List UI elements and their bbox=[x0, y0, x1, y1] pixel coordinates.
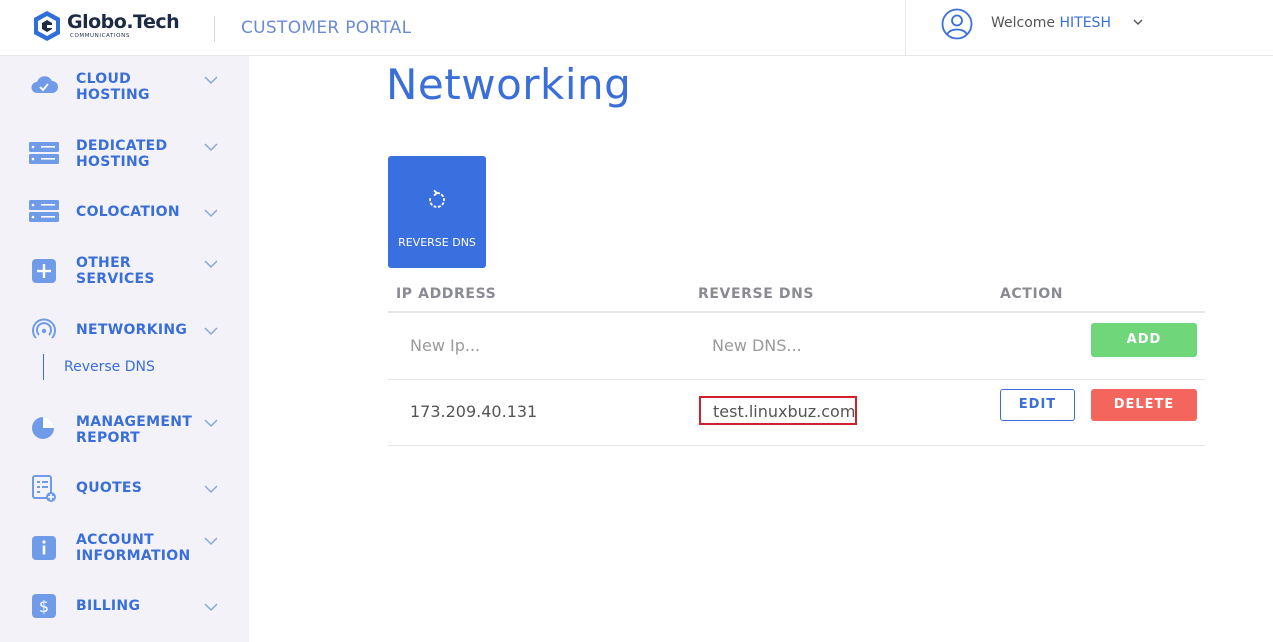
tile-label: REVERSE DNS bbox=[398, 236, 476, 249]
label-line2: SERVICES bbox=[76, 271, 155, 287]
sidebar-item-management-report[interactable]: MANAGEMENT REPORT bbox=[0, 406, 249, 456]
label-line1: DEDICATED bbox=[76, 138, 168, 154]
sidebar-item-label: OTHER SERVICES bbox=[76, 255, 206, 287]
chevron-down-icon[interactable] bbox=[203, 415, 219, 431]
edit-button[interactable]: EDIT bbox=[1000, 389, 1075, 421]
chevron-down-icon[interactable] bbox=[203, 205, 219, 221]
label-line1: ACCOUNT bbox=[76, 532, 155, 548]
chevron-down-icon[interactable] bbox=[203, 599, 219, 615]
chevron-down-icon[interactable] bbox=[203, 481, 219, 497]
label-line2: HOSTING bbox=[76, 154, 150, 170]
column-header-dns: REVERSE DNS bbox=[698, 286, 815, 302]
sidebar-item-label: MANAGEMENT REPORT bbox=[76, 414, 206, 446]
sidebar-item-colocation[interactable]: COLOCATION bbox=[0, 188, 249, 238]
new-ip-input[interactable] bbox=[410, 336, 670, 355]
cloud-check-icon bbox=[31, 76, 58, 93]
wifi-icon bbox=[32, 318, 56, 339]
ip-address-cell: 173.209.40.131 bbox=[410, 402, 538, 421]
new-entry-row: ADD bbox=[388, 314, 1205, 380]
server-icon bbox=[29, 142, 59, 164]
sidebar-item-account-information[interactable]: ACCOUNT INFORMATION bbox=[0, 524, 249, 574]
sidebar-subitem-reverse-dns[interactable]: Reverse DNS bbox=[43, 354, 155, 380]
chevron-down-icon[interactable] bbox=[203, 72, 219, 88]
new-dns-input[interactable] bbox=[712, 336, 972, 355]
label-line1: COLOCATION bbox=[76, 204, 180, 220]
label-line1: QUOTES bbox=[76, 480, 143, 496]
reverse-dns-cell: test.linuxbuz.com bbox=[713, 402, 856, 421]
header-divider bbox=[214, 16, 215, 42]
chevron-down-icon[interactable] bbox=[203, 323, 219, 339]
label-line1: MANAGEMENT bbox=[76, 414, 193, 430]
refresh-icon bbox=[429, 189, 445, 208]
sidebar-item-label: DEDICATED HOSTING bbox=[76, 138, 206, 170]
label-line2: INFORMATION bbox=[76, 548, 191, 564]
portal-title: CUSTOMER PORTAL bbox=[241, 18, 412, 38]
add-button[interactable]: ADD bbox=[1091, 323, 1197, 357]
welcome-label: Welcome bbox=[991, 15, 1056, 31]
page-title: Networking bbox=[386, 60, 632, 109]
sidebar-item-label: ACCOUNT INFORMATION bbox=[76, 532, 206, 564]
user-name: HITESH bbox=[1059, 15, 1111, 31]
logo-mark-icon bbox=[34, 11, 60, 41]
label-line1: CLOUD bbox=[76, 71, 132, 87]
label-line1: NETWORKING bbox=[76, 322, 188, 338]
svg-text:$: $ bbox=[39, 597, 49, 616]
sidebar-item-label: CLOUD HOSTING bbox=[76, 71, 206, 103]
label-line2: REPORT bbox=[76, 430, 141, 446]
brand-name: Globo.Tech bbox=[67, 11, 180, 33]
sidebar-item-label: BILLING bbox=[76, 598, 206, 614]
sidebar: CLOUD HOSTING DEDICATED HOSTING COLOCATI… bbox=[0, 56, 249, 642]
user-menu[interactable]: Welcome HITESH bbox=[905, 0, 1273, 56]
server-icon bbox=[29, 200, 59, 222]
table-row: 173.209.40.131 test.linuxbuz.com EDIT DE… bbox=[388, 380, 1205, 446]
sidebar-item-label: QUOTES bbox=[76, 480, 206, 496]
table-header: IP ADDRESS REVERSE DNS ACTION bbox=[388, 280, 1205, 313]
user-avatar-icon[interactable] bbox=[941, 8, 973, 40]
column-header-action: ACTION bbox=[1000, 286, 1064, 302]
chevron-down-icon[interactable] bbox=[1131, 15, 1145, 29]
sidebar-item-label: NETWORKING bbox=[76, 322, 206, 338]
chevron-down-icon[interactable] bbox=[203, 533, 219, 549]
chevron-down-icon[interactable] bbox=[203, 139, 219, 155]
quote-document-icon bbox=[32, 475, 56, 502]
pie-chart-icon bbox=[32, 417, 54, 439]
label-line1: BILLING bbox=[76, 598, 141, 614]
sidebar-item-other-services[interactable]: OTHER SERVICES bbox=[0, 247, 249, 297]
chevron-down-icon[interactable] bbox=[203, 256, 219, 272]
globotech-logo[interactable]: Globo.Tech COMMUNICATIONS bbox=[32, 10, 192, 44]
sidebar-item-quotes[interactable]: QUOTES bbox=[0, 464, 249, 514]
sidebar-item-label: COLOCATION bbox=[76, 204, 206, 220]
label-line2: HOSTING bbox=[76, 87, 150, 103]
delete-button[interactable]: DELETE bbox=[1091, 389, 1197, 421]
welcome-text[interactable]: Welcome HITESH bbox=[991, 15, 1111, 31]
column-header-ip: IP ADDRESS bbox=[396, 286, 497, 302]
sidebar-item-networking[interactable]: NETWORKING bbox=[0, 306, 249, 356]
sidebar-item-cloud-hosting[interactable]: CLOUD HOSTING bbox=[0, 63, 249, 113]
brand-sub: COMMUNICATIONS bbox=[70, 33, 130, 39]
sidebar-item-dedicated-hosting[interactable]: DEDICATED HOSTING bbox=[0, 130, 249, 180]
plus-icon bbox=[32, 259, 56, 283]
sidebar-item-billing[interactable]: $ BILLING bbox=[0, 582, 249, 632]
label-line1: OTHER bbox=[76, 255, 132, 271]
dollar-icon: $ bbox=[32, 594, 56, 618]
top-header: Globo.Tech COMMUNICATIONS CUSTOMER PORTA… bbox=[0, 0, 1273, 56]
info-icon bbox=[32, 536, 56, 560]
reverse-dns-tile[interactable]: REVERSE DNS bbox=[388, 156, 486, 268]
